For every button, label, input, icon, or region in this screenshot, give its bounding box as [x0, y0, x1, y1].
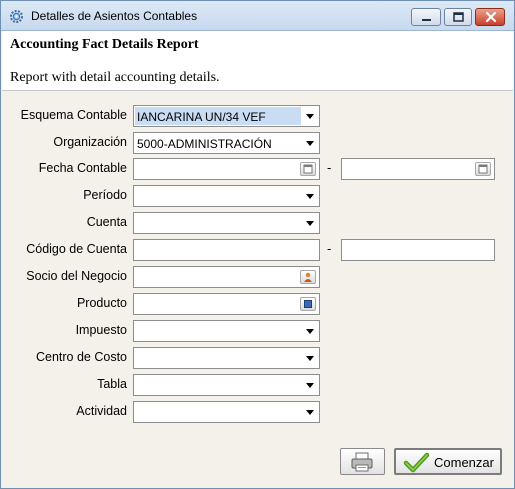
date-range-separator: -: [327, 160, 332, 175]
row-accounting-date: Fecha Contable -: [1, 158, 514, 180]
account-select[interactable]: [133, 212, 320, 234]
accounting-schema-value: IANCARINA UN/34 VEF: [135, 107, 301, 125]
business-partner-lookup-button[interactable]: [300, 270, 316, 284]
report-title: Accounting Fact Details Report: [10, 37, 199, 52]
product-box-icon: [304, 300, 312, 308]
maximize-icon: [453, 12, 464, 22]
accounting-schema-select[interactable]: IANCARINA UN/34 VEF: [133, 105, 320, 127]
start-button-label: Comenzar: [434, 455, 494, 470]
printer-icon: [351, 452, 373, 472]
organization-select[interactable]: 5000-ADMINISTRACIÓN: [133, 132, 320, 154]
table-value: [135, 376, 301, 394]
activity-select[interactable]: [133, 401, 320, 423]
period-value: [135, 187, 301, 205]
chevron-down-icon[interactable]: [303, 187, 318, 205]
window-title: Detalles de Asientos Contables: [31, 9, 198, 23]
calendar-button[interactable]: [300, 162, 316, 176]
gear-icon: [9, 9, 24, 24]
table-label: Tabla: [97, 377, 127, 391]
row-activity: Actividad: [1, 401, 514, 423]
table-select[interactable]: [133, 374, 320, 396]
checkmark-icon: [403, 452, 430, 473]
print-button[interactable]: [340, 448, 385, 475]
row-cost-center: Centro de Costo: [1, 347, 514, 369]
tax-select[interactable]: [133, 320, 320, 342]
calendar-button[interactable]: [475, 162, 491, 176]
product-field[interactable]: [133, 293, 320, 315]
product-label: Producto: [76, 296, 127, 310]
activity-label: Actividad: [76, 404, 127, 418]
row-product: Producto: [1, 293, 514, 315]
accounting-schema-label: Esquema Contable: [20, 108, 127, 122]
accounting-date-label: Fecha Contable: [38, 161, 127, 175]
person-icon: [304, 272, 312, 282]
cost-center-value: [135, 349, 301, 367]
tax-label: Impuesto: [75, 323, 127, 337]
chevron-down-icon[interactable]: [303, 322, 318, 340]
chevron-down-icon[interactable]: [303, 134, 318, 152]
row-organization: Organización 5000-ADMINISTRACIÓN: [1, 132, 514, 154]
chevron-down-icon[interactable]: [303, 214, 318, 232]
period-label: Período: [83, 188, 127, 202]
title-bar[interactable]: Detalles de Asientos Contables: [1, 1, 514, 31]
account-label: Cuenta: [86, 215, 127, 229]
calendar-icon: [478, 164, 488, 174]
accounting-date-from-field[interactable]: [133, 158, 320, 180]
chevron-down-icon[interactable]: [303, 107, 318, 125]
account-code-from-field[interactable]: [133, 239, 320, 261]
cost-center-label: Centro de Costo: [35, 350, 127, 364]
row-period: Período: [1, 185, 514, 207]
close-button[interactable]: [475, 8, 505, 26]
calendar-icon: [303, 164, 313, 174]
report-dialog: Detalles de Asientos Contables Accountin…: [0, 0, 515, 489]
tax-value: [135, 322, 301, 340]
activity-value: [135, 403, 301, 421]
business-partner-field[interactable]: [133, 266, 320, 288]
report-header: Accounting Fact Details Report Report wi…: [2, 31, 513, 91]
chevron-down-icon[interactable]: [303, 376, 318, 394]
minimize-icon: [422, 19, 431, 21]
account-code-label: Código de Cuenta: [26, 242, 127, 256]
code-range-separator: -: [327, 241, 332, 256]
row-accounting-schema: Esquema Contable IANCARINA UN/34 VEF: [1, 105, 514, 127]
account-value: [135, 214, 301, 232]
chevron-down-icon[interactable]: [303, 349, 318, 367]
minimize-button[interactable]: [411, 8, 441, 26]
row-tax: Impuesto: [1, 320, 514, 342]
report-description: Report with detail accounting details.: [10, 70, 220, 85]
row-business-partner: Socio del Negocio: [1, 266, 514, 288]
period-select[interactable]: [133, 185, 320, 207]
row-account-code: Código de Cuenta -: [1, 239, 514, 261]
start-button[interactable]: Comenzar: [394, 448, 502, 475]
close-icon: [485, 11, 497, 23]
account-code-to-field[interactable]: [341, 239, 495, 261]
organization-label: Organización: [53, 135, 127, 149]
row-table: Tabla: [1, 374, 514, 396]
organization-value: 5000-ADMINISTRACIÓN: [137, 137, 272, 151]
maximize-button[interactable]: [444, 8, 472, 26]
chevron-down-icon[interactable]: [303, 403, 318, 421]
product-lookup-button[interactable]: [300, 297, 316, 311]
business-partner-label: Socio del Negocio: [26, 269, 127, 283]
accounting-date-to-field[interactable]: [341, 158, 495, 180]
cost-center-select[interactable]: [133, 347, 320, 369]
row-account: Cuenta: [1, 212, 514, 234]
